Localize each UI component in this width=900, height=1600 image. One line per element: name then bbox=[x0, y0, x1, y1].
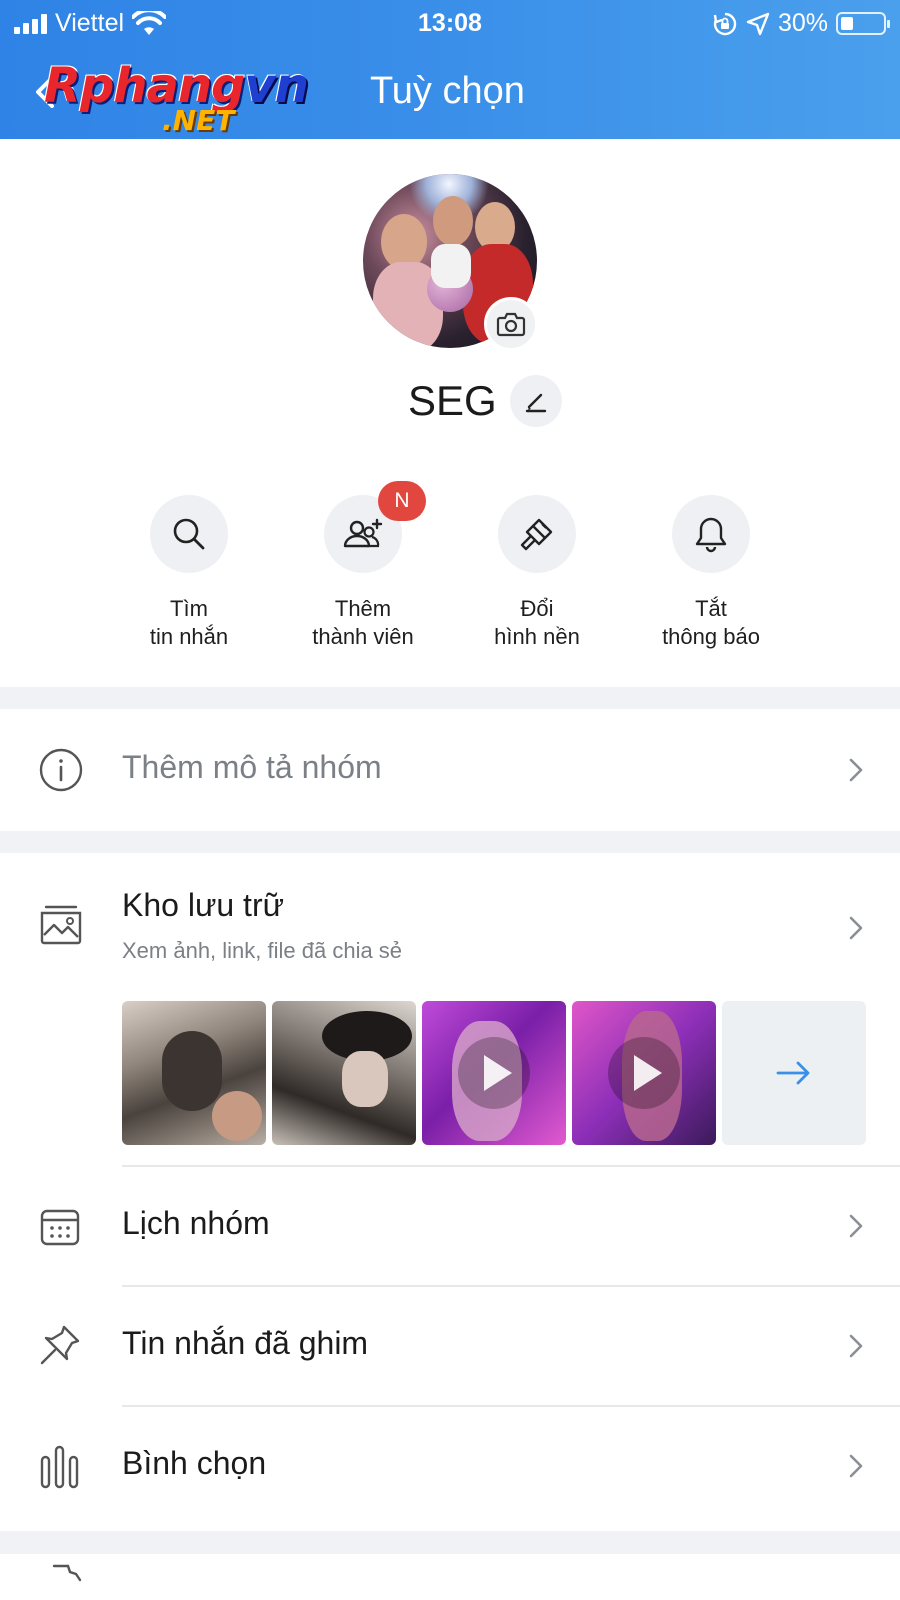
media-thumbnails bbox=[122, 1001, 866, 1145]
status-bar: Viettel 13:08 30% bbox=[0, 0, 900, 46]
media-thumbnail-video[interactable] bbox=[422, 1001, 566, 1145]
media-thumbnail-image[interactable] bbox=[272, 1001, 416, 1145]
logo-net-text: .NET bbox=[162, 104, 235, 137]
poll-row[interactable]: Bình chọn bbox=[0, 1407, 900, 1531]
gallery-folder-icon bbox=[40, 905, 82, 945]
settings-icon bbox=[52, 1564, 82, 1582]
pencil-icon bbox=[525, 393, 547, 413]
action-label-line1: Tắt bbox=[695, 596, 727, 621]
next-row-partial[interactable] bbox=[0, 1554, 900, 1600]
search-icon bbox=[173, 518, 205, 550]
group-name: SEG bbox=[408, 377, 497, 424]
change-avatar-button[interactable] bbox=[484, 297, 538, 351]
action-label-line2: hình nền bbox=[494, 624, 580, 649]
storage-subtitle: Xem ảnh, link, file đã chia sẻ bbox=[122, 938, 403, 963]
action-label-line2: thông báo bbox=[662, 624, 760, 649]
chevron-right-icon bbox=[849, 758, 863, 782]
arrow-right-icon bbox=[776, 1061, 810, 1085]
add-description-label: Thêm mô tả nhóm bbox=[122, 749, 382, 785]
view-all-media-button[interactable] bbox=[722, 1001, 866, 1145]
action-label-line2: thành viên bbox=[312, 624, 414, 649]
watermark-logo: Rphangvn .NET bbox=[44, 58, 324, 140]
action-add-member[interactable]: N Thêm thành viên bbox=[278, 481, 448, 651]
action-mute-notifications[interactable]: Tắt thông báo bbox=[626, 495, 796, 651]
paint-brush-icon bbox=[520, 518, 553, 551]
pinned-messages-label: Tin nhắn đã ghim bbox=[122, 1325, 369, 1361]
storage-title: Kho lưu trữ bbox=[122, 887, 285, 923]
poll-icon bbox=[40, 1445, 79, 1489]
add-member-icon bbox=[343, 518, 383, 548]
media-thumbnail-image[interactable] bbox=[122, 1001, 266, 1145]
chevron-right-icon bbox=[849, 1214, 863, 1238]
chevron-right-icon bbox=[849, 1454, 863, 1478]
action-search-messages[interactable]: Tìm tin nhắn bbox=[104, 495, 274, 651]
chevron-right-icon bbox=[849, 1334, 863, 1358]
battery-icon bbox=[836, 12, 890, 35]
action-label-line1: Thêm bbox=[334, 596, 392, 621]
action-label-line2: tin nhắn bbox=[149, 624, 229, 649]
calendar-icon bbox=[40, 1209, 80, 1246]
rotation-lock-icon bbox=[713, 12, 737, 35]
quick-actions: Tìm tin nhắn N Thêm thành viên Đổi hình … bbox=[0, 481, 900, 655]
add-description-row[interactable]: Thêm mô tả nhóm bbox=[0, 709, 900, 831]
status-right: 30% bbox=[712, 9, 890, 38]
group-name-row: SEG bbox=[0, 367, 900, 431]
battery-percent: 30% bbox=[777, 9, 828, 37]
group-profile-card: SEG Tìm tin nhắn N Thêm thành viên Đổi h… bbox=[0, 139, 900, 687]
edit-name-button[interactable] bbox=[510, 375, 562, 427]
pin-icon bbox=[40, 1325, 80, 1365]
info-icon bbox=[39, 748, 83, 792]
page-title: Tuỳ chọn bbox=[370, 70, 525, 112]
camera-icon bbox=[496, 312, 526, 337]
chevron-right-icon bbox=[849, 916, 863, 940]
play-icon bbox=[458, 1037, 530, 1109]
header-bar: Viettel 13:08 30% Rphangvn .NET Tuỳ chọn bbox=[0, 0, 900, 139]
group-calendar-row[interactable]: Lịch nhóm bbox=[0, 1167, 900, 1287]
action-label-line1: Đổi bbox=[520, 596, 554, 621]
storage-row[interactable]: Kho lưu trữ Xem ảnh, link, file đã chia … bbox=[0, 853, 900, 1167]
bell-icon bbox=[695, 517, 727, 553]
pinned-messages-row[interactable]: Tin nhắn đã ghim bbox=[0, 1287, 900, 1407]
new-badge: N bbox=[378, 481, 426, 521]
poll-label: Bình chọn bbox=[122, 1445, 267, 1481]
group-calendar-label: Lịch nhóm bbox=[122, 1205, 270, 1241]
media-thumbnail-video[interactable] bbox=[572, 1001, 716, 1145]
action-change-wallpaper[interactable]: Đổi hình nền bbox=[452, 495, 622, 651]
location-icon bbox=[746, 12, 770, 35]
action-label-line1: Tìm bbox=[170, 596, 208, 621]
play-icon bbox=[608, 1037, 680, 1109]
